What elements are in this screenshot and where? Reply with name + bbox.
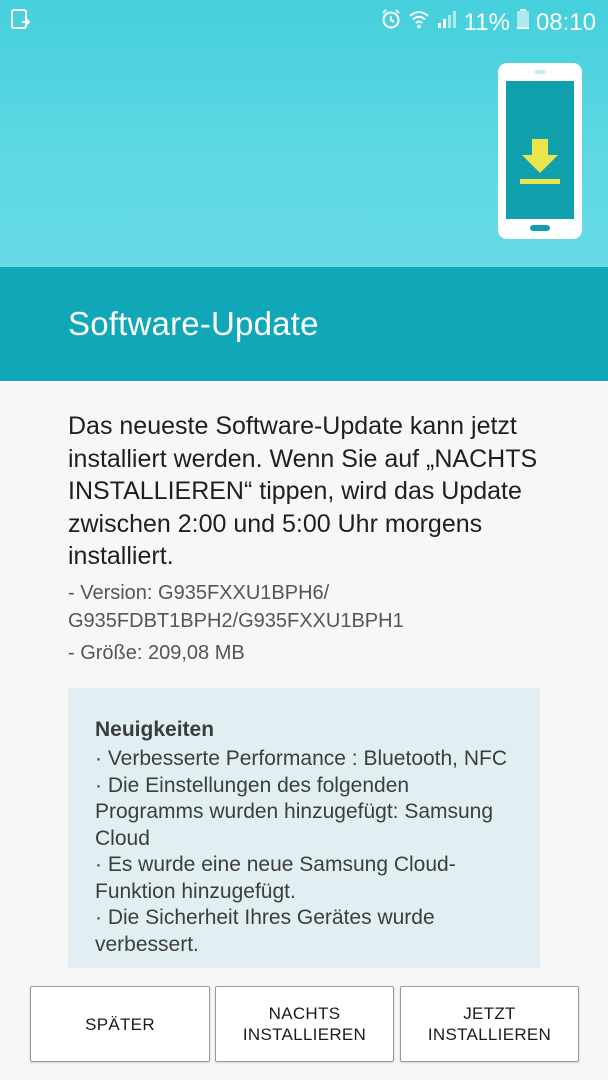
- version-line-2: G935FDBT1BPH2/G935FXXU1BPH1: [68, 609, 404, 632]
- news-item: · Es wurde eine neue Samsung Cloud-Funkt…: [95, 853, 456, 903]
- alarm-icon: [380, 8, 402, 37]
- later-button-label: SPÄTER: [85, 1014, 155, 1034]
- status-bar: 11% 08:10: [0, 0, 608, 44]
- download-notification-icon: [10, 8, 32, 37]
- update-meta: - Version: G935FXXU1BPH6/ G935FDBT1BPH2/…: [68, 579, 548, 667]
- battery-icon: [516, 8, 530, 37]
- button-bar: SPÄTER NACHTS INSTALLIEREN JETZT INSTALL…: [0, 968, 608, 1080]
- description-text: Das neueste Software-Update kann jetzt i…: [68, 412, 538, 570]
- update-description: Das neueste Software-Update kann jetzt i…: [68, 410, 548, 667]
- install-now-button[interactable]: JETZT INSTALLIEREN: [400, 986, 579, 1062]
- news-item: · Die Sicherheit Ihres Gerätes wurde ver…: [95, 906, 435, 956]
- news-title: Neuigkeiten: [95, 718, 215, 741]
- news-item: · Die Einstellungen des folgenden Progra…: [95, 773, 494, 850]
- header-hero: 11% 08:10: [0, 0, 608, 267]
- install-overnight-label: NACHTS INSTALLIEREN: [242, 1004, 367, 1044]
- signal-icon: [436, 8, 458, 37]
- wifi-icon: [408, 8, 430, 37]
- phone-download-icon: [498, 63, 582, 239]
- version-line-1: - Version: G935FXXU1BPH6/: [68, 581, 330, 604]
- page-title: Software-Update: [68, 305, 319, 342]
- news-item: · Verbesserte Performance : Bluetooth, N…: [95, 747, 508, 770]
- battery-percent: 11%: [463, 8, 510, 36]
- install-overnight-button[interactable]: NACHTS INSTALLIEREN: [215, 986, 394, 1062]
- install-now-label: JETZT INSTALLIEREN: [427, 1004, 552, 1044]
- size-line: - Größe: 209,08 MB: [68, 641, 245, 664]
- later-button[interactable]: SPÄTER: [30, 986, 210, 1062]
- release-notes-panel[interactable]: Neuigkeiten · Verbesserte Performance : …: [68, 688, 540, 968]
- clock: 08:10: [535, 8, 596, 36]
